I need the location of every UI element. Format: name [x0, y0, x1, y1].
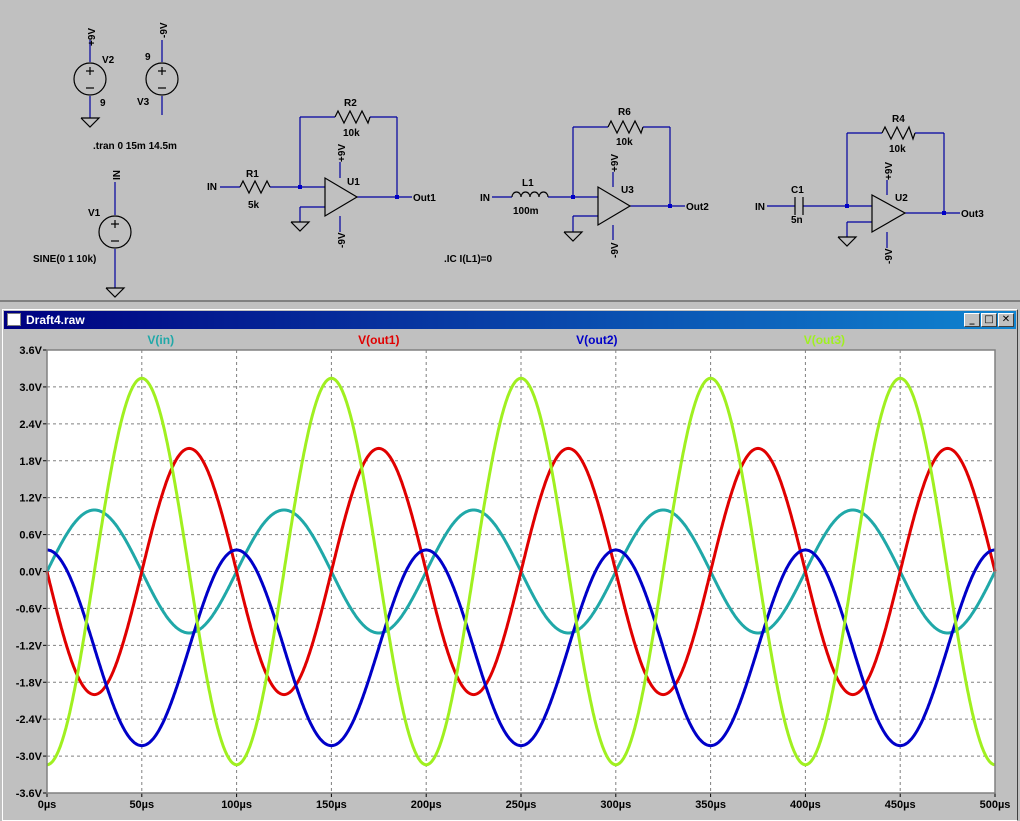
x-tick-label: 150µs — [316, 799, 347, 811]
u3-vplus: +9V — [610, 154, 621, 172]
u1-name: U1 — [347, 177, 360, 188]
r2-value: 10k — [343, 128, 360, 139]
x-tick-label: 500µs — [980, 799, 1011, 811]
x-tick-label: 100µs — [221, 799, 252, 811]
u3-vminus: -9V — [610, 242, 621, 258]
r1-in-label: IN — [207, 182, 217, 193]
y-tick-label: -2.4V — [16, 714, 43, 726]
r4-name: R4 — [892, 114, 905, 125]
u2-vminus: -9V — [884, 248, 895, 264]
y-tick-label: 1.8V — [19, 456, 42, 468]
r1-value: 5k — [248, 200, 260, 211]
x-tick-label: 450µs — [885, 799, 916, 811]
close-button[interactable]: ✕ — [998, 313, 1014, 327]
out1-label: Out1 — [413, 193, 436, 204]
x-tick-label: 0µs — [38, 799, 57, 811]
x-tick-label: 200µs — [411, 799, 442, 811]
minimize-button[interactable]: _ — [964, 313, 980, 327]
r6-value: 10k — [616, 137, 633, 148]
r4-value: 10k — [889, 144, 906, 155]
waveform-window[interactable]: Draft4.raw _ □ ✕ 0µs 50µs 100µs 150µs 200µs 2… — [2, 309, 1018, 821]
u2-name: U2 — [895, 193, 908, 204]
v3-node-label: -9V — [159, 22, 170, 38]
waveform-plot[interactable]: 0µs 50µs 100µs 150µs 200µs 250µs 300µs 350µs 400… — [3, 330, 1017, 821]
v3-value: 9 — [145, 52, 151, 63]
y-tick-label: 3.6V — [19, 345, 42, 357]
schematic-pane[interactable]: +9V V2 9 -9V 9 V3 .tran 0 15m 14.5m IN V… — [0, 0, 1020, 302]
c1-in-label: IN — [755, 202, 765, 213]
y-tick-label: 0.0V — [19, 567, 42, 579]
u3-name: U3 — [621, 185, 634, 196]
l1-in-label: IN — [480, 193, 490, 204]
y-tick-label: -3.0V — [16, 751, 43, 763]
l1-value: 100m — [513, 206, 539, 217]
v2-name: V2 — [102, 55, 115, 66]
u1-vminus: -9V — [337, 232, 348, 248]
out3-label: Out3 — [961, 209, 984, 220]
y-tick-label: 3.0V — [19, 382, 42, 394]
x-tick-label: 400µs — [790, 799, 821, 811]
y-tick-label: 1.2V — [19, 493, 42, 505]
y-tick-label: -1.8V — [16, 677, 43, 689]
v3-name: V3 — [137, 97, 150, 108]
r1-name: R1 — [246, 169, 259, 180]
tran-directive: .tran 0 15m 14.5m — [93, 141, 177, 152]
waveform-app-icon — [7, 313, 21, 326]
legend-vout1[interactable]: V(out1) — [358, 333, 399, 347]
legend-vout3[interactable]: V(out3) — [804, 333, 845, 347]
out2-label: Out2 — [686, 202, 709, 213]
schematic-canvas[interactable]: +9V V2 9 -9V 9 V3 .tran 0 15m 14.5m IN V… — [0, 0, 1020, 300]
c1-value: 5n — [791, 215, 803, 226]
waveform-titlebar[interactable]: Draft4.raw _ □ ✕ — [4, 311, 1016, 329]
l1-name: L1 — [522, 178, 534, 189]
x-tick-label: 350µs — [695, 799, 726, 811]
c1-name: C1 — [791, 185, 804, 196]
v1-name: V1 — [88, 208, 101, 219]
v2-value: 9 — [100, 98, 106, 109]
legend-vin[interactable]: V(in) — [147, 333, 174, 347]
r2-name: R2 — [344, 98, 357, 109]
v1-node-label: IN — [112, 170, 123, 180]
v1-value: SINE(0 1 10k) — [33, 254, 96, 265]
x-tick-label: 300µs — [600, 799, 631, 811]
x-tick-label: 50µs — [129, 799, 154, 811]
r6-name: R6 — [618, 107, 631, 118]
y-tick-label: 2.4V — [19, 419, 42, 431]
y-tick-label: -0.6V — [16, 603, 43, 615]
y-tick-label: -1.2V — [16, 640, 43, 652]
legend-vout2[interactable]: V(out2) — [576, 333, 617, 347]
u1-vplus: +9V — [337, 144, 348, 162]
x-tick-label: 250µs — [506, 799, 537, 811]
y-tick-label: -3.6V — [16, 788, 43, 800]
ic-directive: .IC I(L1)=0 — [444, 254, 493, 265]
maximize-button[interactable]: □ — [981, 313, 997, 327]
v2-node-label: +9V — [87, 28, 98, 46]
u2-vplus: +9V — [884, 162, 895, 180]
y-tick-label: 0.6V — [19, 530, 42, 542]
window-title: Draft4.raw — [26, 313, 85, 327]
